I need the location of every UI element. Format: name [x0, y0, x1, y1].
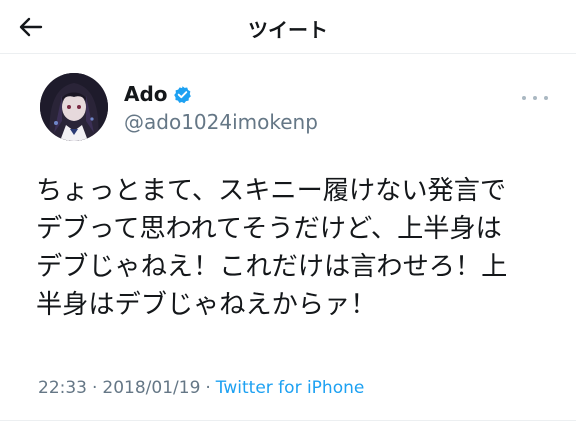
tweet-text: ちょっとまて、スキニー履けない発言で デブって思われてそうだけど、上半身は デブ…	[36, 176, 508, 320]
user-handle[interactable]: @ado1024imokenp	[124, 110, 318, 134]
meta-separator: ·	[92, 378, 98, 398]
meta-separator: ·	[205, 378, 211, 398]
tweet-source-link[interactable]: Twitter for iPhone	[216, 378, 365, 398]
more-dot-icon	[544, 96, 548, 100]
more-dot-icon	[533, 96, 537, 100]
tweet-time[interactable]: 22:33	[38, 378, 87, 398]
page-title: ツイート	[248, 18, 328, 42]
tweet-meta: 22:33 · 2018/01/19 · Twitter for iPhone	[38, 378, 364, 398]
verified-badge-icon	[173, 85, 192, 104]
avatar-image	[40, 73, 108, 141]
user-name-row[interactable]: Ado	[124, 82, 192, 106]
more-dot-icon	[522, 96, 526, 100]
divider	[0, 420, 576, 421]
avatar[interactable]	[40, 73, 108, 141]
tweet-date[interactable]: 2018/01/19	[102, 378, 200, 398]
user-name: Ado	[124, 82, 168, 106]
more-options-button[interactable]	[522, 92, 548, 104]
app-header: ツイート	[0, 0, 576, 54]
